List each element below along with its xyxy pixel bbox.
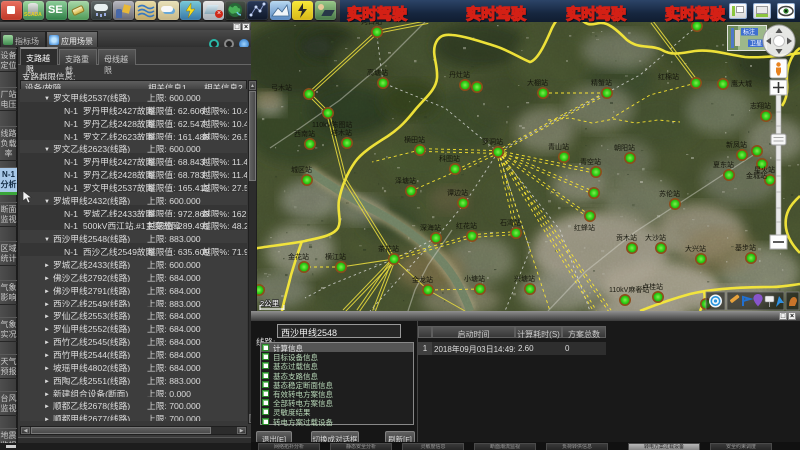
svg-text:卫星: 卫星 (750, 41, 762, 48)
svg-text:标注: 标注 (743, 28, 755, 36)
svg-text:2公里: 2公里 (260, 299, 280, 308)
